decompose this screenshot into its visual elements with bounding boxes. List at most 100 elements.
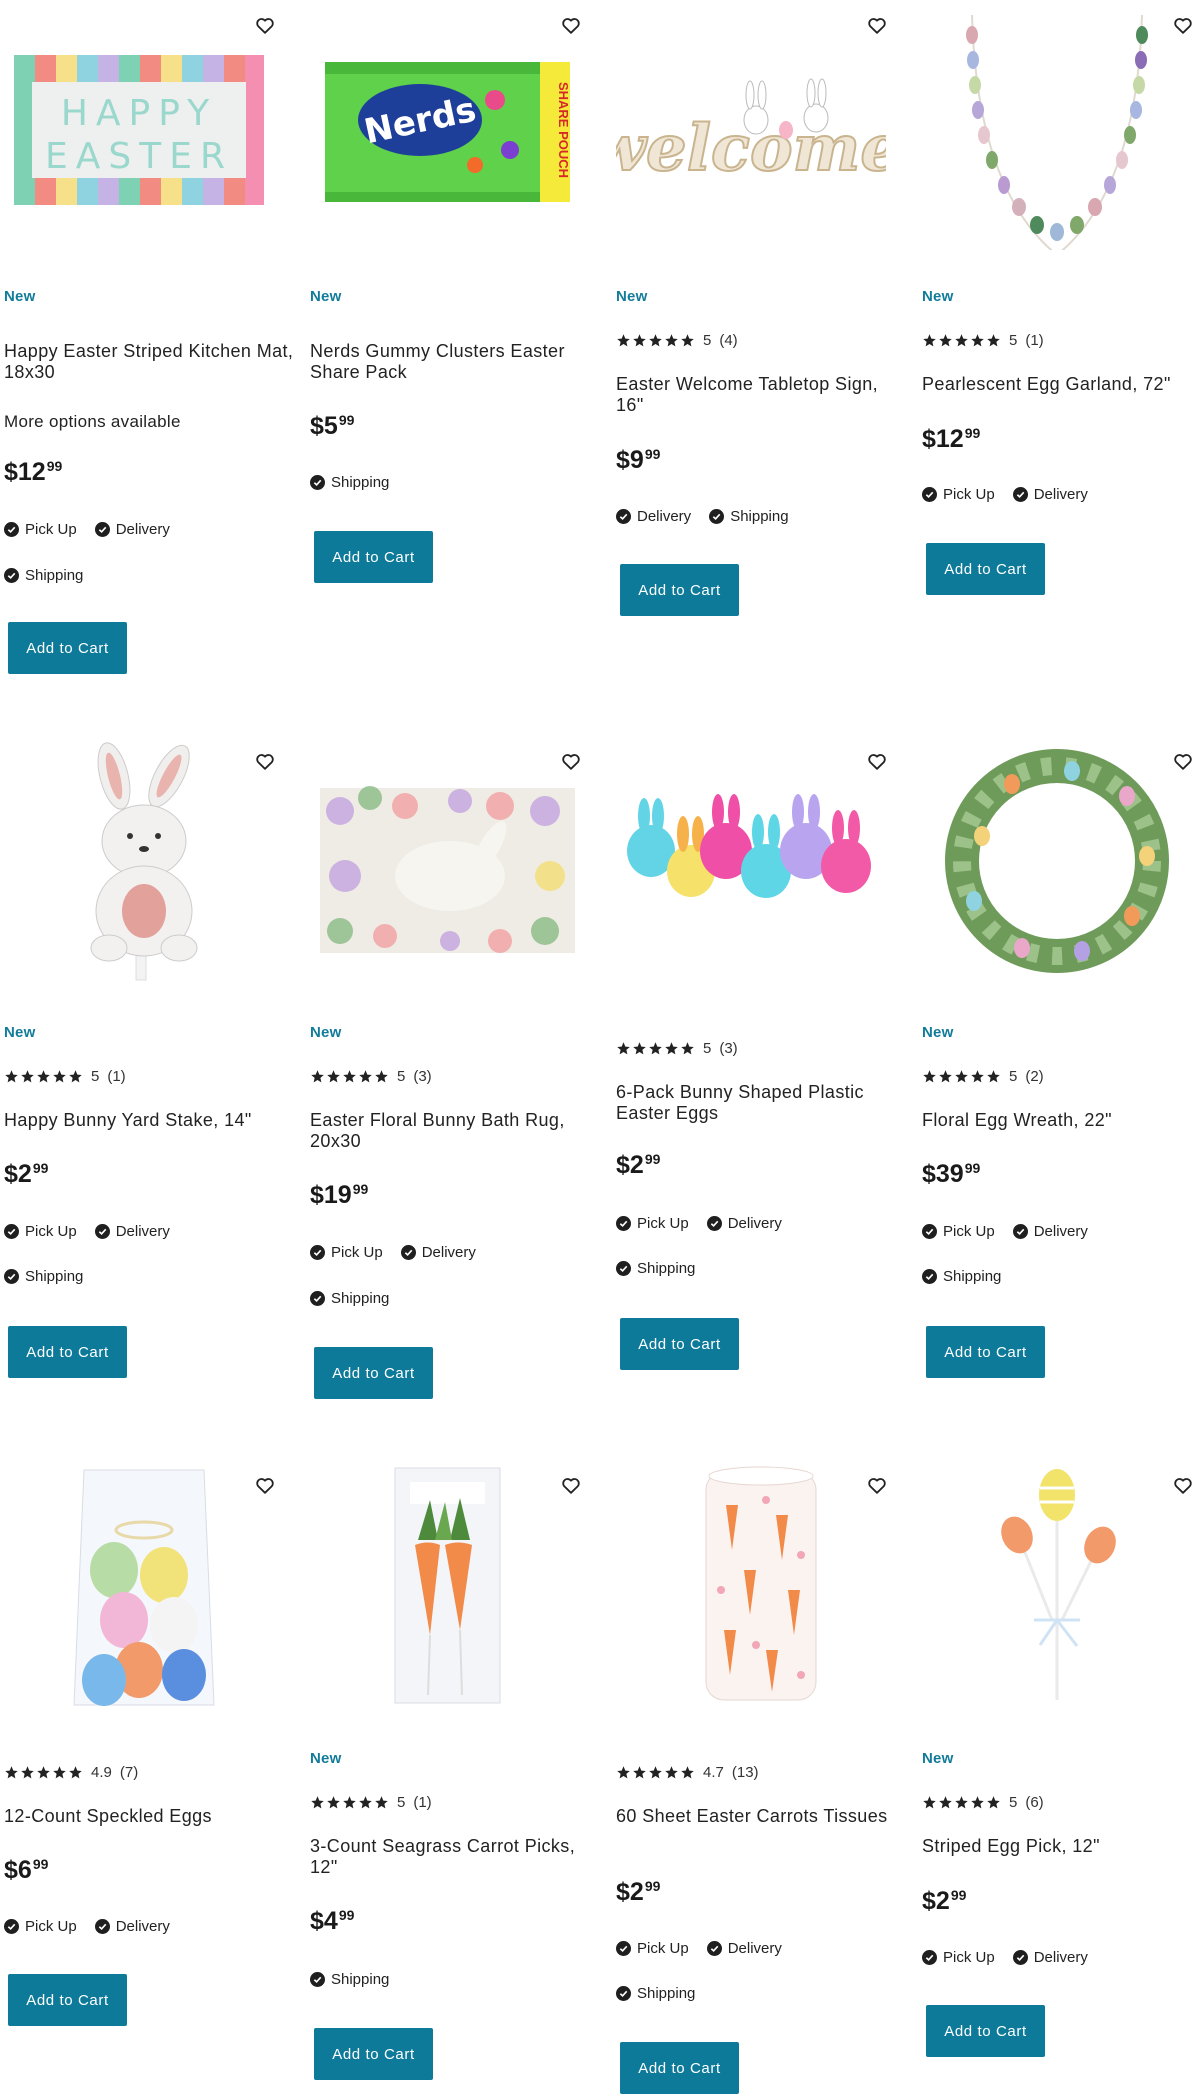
price: $499 [310,1907,355,1935]
rating[interactable]: 5 (1) [310,1794,432,1811]
add-to-cart-button[interactable]: Add to Cart [8,622,127,674]
product-image-area[interactable]: SHARE POUCH Nerds [310,0,606,250]
product-title[interactable]: 3-Count Seagrass Carrot Picks, 12" [310,1836,600,1878]
rating[interactable]: 5 (6) [922,1794,1044,1811]
heart-outline-icon[interactable] [560,1474,582,1496]
product-card[interactable]: 4.9 (7) 12-Count Speckled Eggs $699 Pick … [4,1460,300,2026]
fulfillment-row: Shipping [922,1268,1001,1285]
striped-mat-image[interactable]: HAPPY EASTER [4,0,274,250]
tissues-image[interactable] [616,1460,886,1710]
add-to-cart-button[interactable]: Add to Cart [926,1326,1045,1378]
product-image-area[interactable]: welcome [616,0,912,250]
heart-outline-icon[interactable] [1172,14,1194,36]
carrot-picks-image[interactable] [310,1460,580,1710]
heart-outline-icon[interactable] [560,750,582,772]
add-to-cart-button[interactable]: Add to Cart [620,2042,739,2094]
product-card[interactable]: welcome New 5(4) Easter Welcome Tabletop… [616,0,912,616]
new-badge: New [310,1024,342,1041]
product-card[interactable]: 4.7 (13) 60 Sheet Easter Carrots Tissues … [616,1460,912,2094]
bath-rug-image[interactable] [310,736,580,986]
fulfillment-row: Shipping [4,567,83,584]
fulfillment-row: Pick Up Delivery [4,1918,170,1935]
rating[interactable]: 5 (3) [310,1068,432,1085]
product-image-area[interactable] [4,1460,300,1710]
heart-outline-icon[interactable] [866,14,888,36]
heart-outline-icon[interactable] [1172,750,1194,772]
add-to-cart-button[interactable]: Add to Cart [926,2005,1045,2057]
rating[interactable]: 5 (2) [922,1068,1044,1085]
add-to-cart-button[interactable]: Add to Cart [8,1974,127,2026]
rating[interactable]: 4.9 (7) [4,1764,138,1781]
svg-text:SHARE POUCH: SHARE POUCH [556,82,571,178]
bunny-stake-image[interactable] [4,736,274,986]
product-image-area[interactable] [616,736,912,986]
heart-outline-icon[interactable] [866,750,888,772]
heart-outline-icon[interactable] [1172,1474,1194,1496]
check-circle-icon [4,568,19,583]
product-image-area[interactable] [616,1460,912,1710]
product-title[interactable]: Happy Easter Striped Kitchen Mat, 18x30 [4,341,294,383]
check-circle-icon [616,1941,631,1956]
rating[interactable]: 5 (1) [4,1068,126,1085]
product-title[interactable]: Floral Egg Wreath, 22" [922,1110,1200,1131]
check-circle-icon [4,1919,19,1934]
egg-pick-image[interactable] [922,1460,1192,1710]
add-to-cart-button[interactable]: Add to Cart [620,564,739,616]
fulfillment-row: Shipping [616,1260,695,1277]
price: $599 [310,412,355,440]
product-title[interactable]: Nerds Gummy Clusters Easter Share Pack [310,341,600,383]
rating[interactable]: 5 (3) [616,1040,738,1057]
add-to-cart-button[interactable]: Add to Cart [314,531,433,583]
product-card[interactable]: HAPPY EASTER New Happy Easter Striped Ki… [4,0,300,674]
heart-outline-icon[interactable] [254,750,276,772]
product-image-area[interactable] [310,1460,606,1710]
heart-outline-icon[interactable] [254,1474,276,1496]
product-title[interactable]: 60 Sheet Easter Carrots Tissues [616,1806,906,1827]
add-to-cart-button[interactable]: Add to Cart [314,2028,433,2080]
fulfillment-row: Pick Up Delivery [310,1244,476,1261]
speckled-eggs-image[interactable] [4,1460,274,1710]
product-card[interactable]: 5 (3) 6-Pack Bunny Shaped Plastic Easter … [616,736,912,1370]
add-to-cart-button[interactable]: Add to Cart [8,1326,127,1378]
heart-outline-icon[interactable] [560,14,582,36]
product-title[interactable]: Striped Egg Pick, 12" [922,1836,1200,1857]
product-image-area[interactable] [922,0,1200,250]
check-circle-icon [616,1986,631,2001]
product-card[interactable]: New 5 (6) Striped Egg Pick, 12" $299 Pick… [922,1460,1200,2057]
product-card[interactable]: New 5 (3) Easter Floral Bunny Bath Rug, 2… [310,736,606,1399]
rating[interactable]: 4.7 (13) [616,1764,759,1781]
product-card[interactable]: New 5 (1) Pearlescent Egg Garland, 72" $1… [922,0,1200,595]
add-to-cart-button[interactable]: Add to Cart [620,1318,739,1370]
product-title[interactable]: Pearlescent Egg Garland, 72" [922,374,1200,395]
product-card[interactable]: New 5 (2) Floral Egg Wreath, 22" $3999 Pi… [922,736,1200,1378]
egg-wreath-image[interactable] [922,736,1192,986]
product-title[interactable]: Happy Bunny Yard Stake, 14" [4,1110,294,1131]
welcome-sign-image[interactable]: welcome [616,0,886,250]
rating[interactable]: 5 (1) [922,332,1044,349]
product-image-area[interactable] [4,736,300,986]
more-options-link[interactable]: More options available [4,412,181,432]
add-to-cart-button[interactable]: Add to Cart [314,1347,433,1399]
product-title[interactable]: Easter Welcome Tabletop Sign, 16" [616,374,906,416]
product-title[interactable]: 12-Count Speckled Eggs [4,1806,294,1827]
check-circle-icon [1012,1224,1028,1239]
add-to-cart-button[interactable]: Add to Cart [926,543,1045,595]
bunny-eggs-image[interactable] [616,736,886,986]
rating[interactable]: 5 (4) [616,332,738,349]
product-image-area[interactable] [922,736,1200,986]
product-card[interactable]: New 5 (1) Happy Bunny Yard Stake, 14" $29… [4,736,300,1378]
check-circle-icon [616,509,631,524]
product-title[interactable]: Easter Floral Bunny Bath Rug, 20x30 [310,1110,600,1152]
heart-outline-icon[interactable] [254,14,276,36]
candy-pouch-image[interactable]: SHARE POUCH Nerds [310,0,580,250]
product-image-area[interactable]: HAPPY EASTER [4,0,300,250]
egg-garland-image[interactable] [922,0,1192,250]
product-card[interactable]: SHARE POUCH Nerds New Nerds Gummy Cluste… [310,0,606,583]
product-title[interactable]: 6-Pack Bunny Shaped Plastic Easter Eggs [616,1082,906,1124]
product-image-area[interactable] [310,736,606,986]
fulfillment-row: Shipping [616,1985,695,2002]
heart-outline-icon[interactable] [866,1474,888,1496]
product-card[interactable]: New 5 (1) 3-Count Seagrass Carrot Picks, … [310,1460,606,2080]
product-image-area[interactable] [922,1460,1200,1710]
check-circle-icon [4,1269,19,1284]
